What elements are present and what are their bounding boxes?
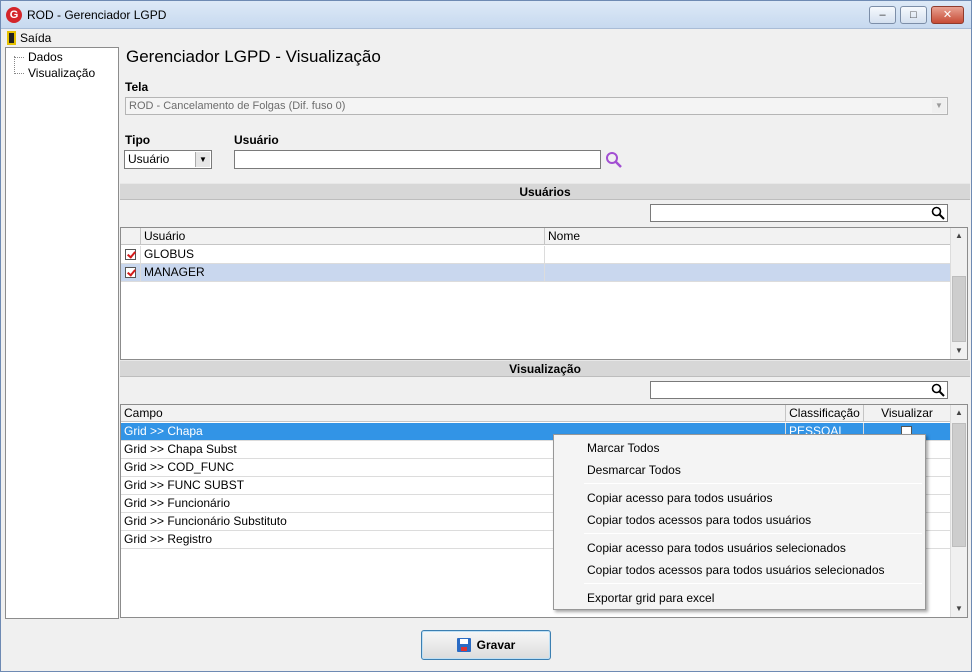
row-checkbox[interactable]	[125, 267, 136, 278]
menu-item-copiar-acesso-selecionados[interactable]: Copiar acesso para todos usuários seleci…	[587, 541, 846, 555]
menu-item-desmarcar-todos[interactable]: Desmarcar Todos	[587, 463, 681, 477]
row-checkbox[interactable]	[125, 249, 136, 260]
title-bar[interactable]: G ROD - Gerenciador LGPD – □ ✕	[1, 1, 971, 29]
column-campo[interactable]: Campo	[121, 405, 786, 422]
grid-header: Campo Classificação Visualizar	[121, 405, 951, 422]
visualizacao-scrollbar[interactable]: ▲ ▼	[950, 405, 967, 617]
window-title: ROD - Gerenciador LGPD	[27, 8, 167, 22]
table-row[interactable]: MANAGER	[121, 264, 951, 282]
exit-door-icon	[7, 30, 16, 45]
navigation-tree: Dados Visualização	[5, 47, 119, 619]
menu-item-copiar-acesso-todos[interactable]: Copiar acesso para todos usuários	[587, 491, 772, 505]
menu-item-copiar-todos-acessos-selecionados[interactable]: Copiar todos acessos para todos usuários…	[587, 563, 885, 577]
save-button-label: Gravar	[476, 638, 516, 652]
app-logo-icon: G	[6, 7, 22, 23]
scroll-down-icon[interactable]: ▼	[951, 343, 967, 359]
app-window: G ROD - Gerenciador LGPD – □ ✕ Saída Dad…	[0, 0, 972, 672]
menu-item-exportar-excel[interactable]: Exportar grid para excel	[587, 591, 714, 605]
tree-item-label: Dados	[28, 50, 63, 64]
table-row[interactable]: GLOBUS	[121, 246, 951, 264]
close-button[interactable]: ✕	[931, 6, 964, 24]
column-nome[interactable]: Nome	[545, 228, 951, 245]
minimize-button[interactable]: –	[869, 6, 896, 24]
row-check-cell	[121, 264, 141, 282]
tipo-label: Tipo	[125, 133, 151, 147]
menu-item-marcar-todos[interactable]: Marcar Todos	[587, 441, 659, 455]
chevron-down-icon[interactable]: ▼	[195, 152, 210, 167]
tree-item-visualizacao[interactable]: Visualização	[14, 66, 95, 80]
menu-bar: Saída	[1, 29, 971, 46]
usuario-label: Usuário	[234, 133, 279, 147]
visualizacao-filter-input[interactable]	[650, 381, 948, 399]
grid-header: Usuário Nome	[121, 228, 951, 245]
row-check-cell	[121, 246, 141, 264]
tipo-value: Usuário	[128, 152, 170, 166]
usuarios-filter-input[interactable]	[650, 204, 948, 222]
tela-value: ROD - Cancelamento de Folgas (Dif. fuso …	[129, 100, 346, 112]
column-classificacao[interactable]: Classificação	[786, 405, 864, 422]
search-icon[interactable]	[931, 206, 945, 220]
cell-usuario: GLOBUS	[141, 246, 545, 264]
scroll-up-icon[interactable]: ▲	[951, 405, 967, 421]
menu-exit-label: Saída	[20, 30, 52, 45]
chevron-down-icon[interactable]: ▼	[932, 99, 946, 113]
usuarios-scrollbar[interactable]: ▲ ▼	[950, 228, 967, 359]
menu-separator	[584, 533, 922, 534]
tipo-combobox[interactable]: Usuário ▼	[124, 150, 212, 169]
scroll-down-icon[interactable]: ▼	[951, 601, 967, 617]
page-title: Gerenciador LGPD - Visualização	[126, 47, 381, 66]
scroll-up-icon[interactable]: ▲	[951, 228, 967, 244]
menu-item-copiar-todos-acessos-todos[interactable]: Copiar todos acessos para todos usuários	[587, 513, 811, 527]
usuario-input[interactable]	[234, 150, 601, 169]
usuarios-section-header: Usuários	[120, 183, 970, 200]
search-icon[interactable]	[931, 383, 945, 397]
menu-exit[interactable]: Saída	[7, 29, 51, 46]
column-usuario[interactable]: Usuário	[141, 228, 545, 245]
tela-combobox[interactable]: ROD - Cancelamento de Folgas (Dif. fuso …	[125, 97, 948, 115]
tela-label: Tela	[125, 80, 149, 94]
scrollbar-thumb[interactable]	[952, 423, 966, 547]
tree-item-label: Visualização	[28, 66, 96, 80]
menu-separator	[584, 483, 922, 484]
cell-usuario: MANAGER	[141, 264, 545, 282]
menu-separator	[584, 583, 922, 584]
usuarios-grid[interactable]: Usuário Nome GLOBUS MANAGER ▲ ▼	[120, 227, 968, 360]
cell-nome	[545, 246, 951, 264]
tree-item-dados[interactable]: Dados	[14, 50, 63, 64]
scrollbar-thumb[interactable]	[952, 276, 966, 342]
visualizacao-section-header: Visualização	[120, 360, 970, 377]
grid-header-check	[121, 228, 141, 245]
save-icon	[456, 638, 471, 652]
search-icon[interactable]	[605, 151, 623, 169]
save-button[interactable]: Gravar	[421, 630, 551, 660]
column-visualizar[interactable]: Visualizar	[864, 405, 951, 422]
maximize-button[interactable]: □	[900, 6, 927, 24]
context-menu: Marcar Todos Desmarcar Todos Copiar aces…	[553, 434, 926, 610]
cell-nome	[545, 264, 951, 282]
